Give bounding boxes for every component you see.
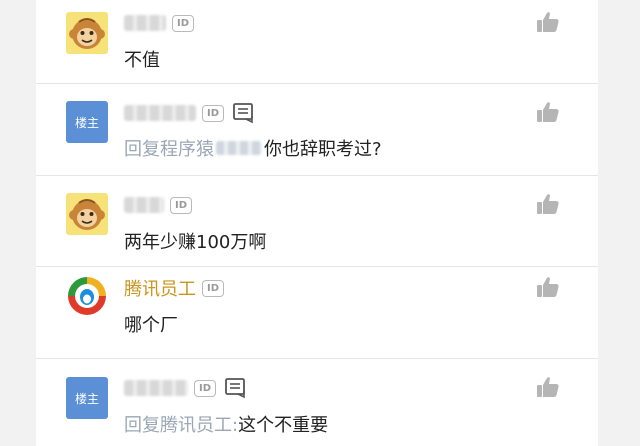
comment-text: 不值: [124, 46, 160, 72]
username-blurred[interactable]: [124, 105, 196, 121]
comment-body: 不值: [124, 50, 160, 71]
comment-body: 哪个厂: [124, 315, 178, 336]
username-blurred[interactable]: [124, 197, 164, 213]
thumbs-up-icon[interactable]: [536, 11, 560, 33]
comment-item: ID 不值: [36, 0, 598, 84]
id-badge: ID: [202, 104, 224, 122]
reply-prefix[interactable]: 回复腾讯员工:: [124, 411, 238, 437]
note-icon: [233, 103, 253, 124]
reply-prefix[interactable]: 回复程序猿: [124, 135, 214, 161]
username-blurred[interactable]: [124, 15, 166, 31]
username[interactable]: 腾讯员工: [124, 275, 196, 301]
reply-target-blurred: [216, 141, 262, 155]
id-badge: ID: [172, 14, 194, 32]
louzhu-label: 楼主: [74, 115, 99, 130]
comment-header: 腾讯员工 ID: [124, 275, 230, 301]
comment-item: ID 两年少赚100万啊: [36, 176, 598, 267]
comment-item: 楼主 ID 回复程序猿 你也辞职考过?: [36, 84, 598, 176]
comment-list: ID 不值 楼主 ID 回复程序猿 你也辞职考过? ID 两年少赚100万啊 腾…: [36, 0, 598, 446]
thumbs-up-icon[interactable]: [536, 276, 560, 298]
monkey-avatar[interactable]: [66, 12, 108, 54]
thumbs-up-icon[interactable]: [536, 101, 560, 123]
comment-text: 回复程序猿 你也辞职考过?: [124, 135, 382, 161]
thumbs-up-icon[interactable]: [536, 193, 560, 215]
louzhu-avatar[interactable]: 楼主: [66, 101, 108, 143]
comment-body: 这个不重要: [238, 415, 329, 436]
comment-header: ID: [124, 102, 256, 124]
tencent-news-avatar[interactable]: [66, 275, 108, 317]
id-badge: ID: [194, 379, 216, 397]
comment-text: 回复腾讯员工: 这个不重要: [124, 411, 328, 437]
louzhu-label: 楼主: [74, 391, 99, 406]
thumbs-up-icon[interactable]: [536, 376, 560, 398]
comment-body: 两年少赚100万啊: [124, 232, 267, 253]
louzhu-avatar[interactable]: 楼主: [66, 377, 108, 419]
id-badge: ID: [170, 196, 192, 214]
comment-header: ID: [124, 12, 200, 34]
comment-item: 腾讯员工 ID 哪个厂: [36, 267, 598, 359]
comment-text: 哪个厂: [124, 311, 178, 337]
username-blurred[interactable]: [124, 380, 188, 396]
monkey-avatar[interactable]: [66, 193, 108, 235]
comment-body: 你也辞职考过?: [264, 139, 382, 160]
id-badge: ID: [202, 279, 224, 297]
comment-header: ID: [124, 194, 198, 216]
comment-item: 楼主 ID 回复腾讯员工: 这个不重要: [36, 359, 598, 446]
comment-text: 两年少赚100万啊: [124, 228, 266, 254]
note-icon: [225, 378, 245, 399]
comment-header: ID: [124, 377, 248, 399]
